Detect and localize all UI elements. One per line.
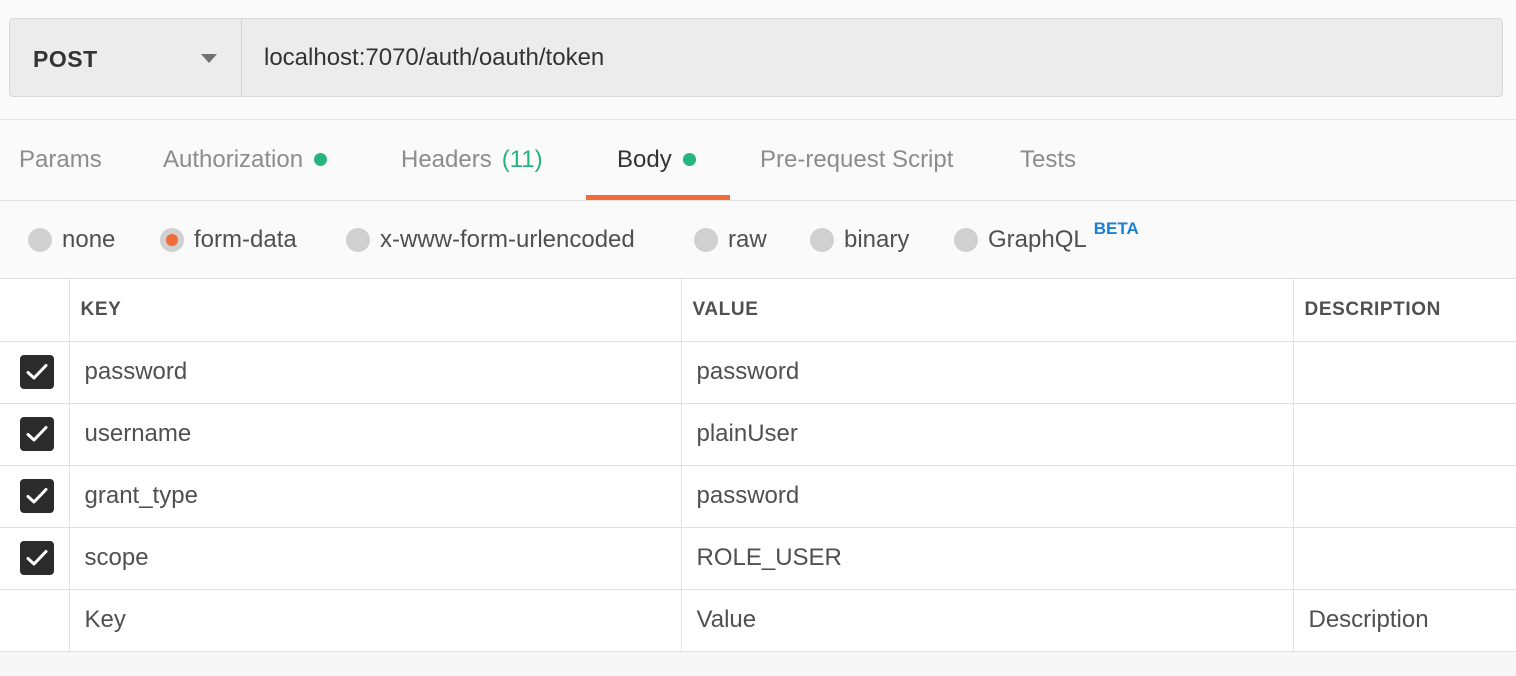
header-key: KEY [69,279,682,342]
row-check-cell [0,403,70,466]
key-cell[interactable]: username [69,403,682,466]
radio-graphql[interactable]: GraphQL BETA [954,201,1139,279]
checkbox-checked[interactable] [20,541,55,575]
tab-authorization[interactable]: Authorization [163,120,328,201]
key-cell[interactable]: password [69,341,682,404]
row-check-cell-empty [0,589,70,652]
checkmark-icon [26,426,48,442]
radio-none[interactable]: none [28,201,115,279]
checkmark-icon [26,364,48,380]
status-dot-icon [314,153,328,166]
table-row: password password [0,341,1516,404]
radio-label: raw [728,226,767,253]
table-footer-space [0,652,1516,676]
tab-label: Authorization [163,145,304,173]
request-bar: POST [9,18,1503,97]
tab-label: Pre-request Script [760,145,954,173]
request-editor: POST Params Authorization Headers (11) B… [0,0,1516,676]
radio-form-data[interactable]: form-data [160,201,297,279]
value-cell[interactable]: plainUser [681,403,1294,466]
key-placeholder-input[interactable]: Key [69,589,682,652]
table-row: scope ROLE_USER [0,527,1516,590]
request-tabs: Params Authorization Headers (11) Body P… [0,119,1516,201]
radio-binary[interactable]: binary [810,201,909,279]
radio-label: x-www-form-urlencoded [380,226,635,253]
value-cell[interactable]: ROLE_USER [681,527,1294,590]
headers-count-badge: (11) [501,145,543,173]
value-placeholder-input[interactable]: Value [681,589,1294,652]
radio-button-selected-icon[interactable] [160,228,184,252]
value-cell[interactable]: password [681,341,1294,404]
beta-badge: BETA [1093,219,1139,238]
table-row-new: Key Value Description [0,589,1516,652]
checkbox-checked[interactable] [20,355,55,389]
radio-button-icon[interactable] [28,228,52,252]
description-placeholder-input[interactable]: Description [1293,589,1516,652]
radio-button-icon[interactable] [810,228,834,252]
tab-params[interactable]: Params [19,120,102,201]
tab-label: Tests [1020,145,1077,173]
tab-label: Body [617,145,672,173]
tab-headers[interactable]: Headers (11) [401,120,543,201]
radio-label: none [62,226,116,253]
radio-raw[interactable]: raw [694,201,767,279]
tab-label: Headers [401,145,492,173]
header-value: VALUE [681,279,1294,342]
description-cell[interactable] [1293,465,1516,528]
radio-x-www-form-urlencoded[interactable]: x-www-form-urlencoded [346,201,635,279]
radio-button-icon[interactable] [346,228,370,252]
key-cell[interactable]: scope [69,527,682,590]
description-cell[interactable] [1293,403,1516,466]
status-dot-icon [682,153,696,166]
key-cell[interactable]: grant_type [69,465,682,528]
radio-label: form-data [194,226,297,253]
table-row: username plainUser [0,403,1516,466]
radio-label: binary [844,226,910,253]
form-data-table: KEY VALUE DESCRIPTION password password [0,279,1516,652]
header-description: DESCRIPTION [1293,279,1516,342]
tab-label: Params [19,145,102,173]
table-row: grant_type password [0,465,1516,528]
row-check-cell [0,341,70,404]
description-cell[interactable] [1293,527,1516,590]
radio-button-icon[interactable] [694,228,718,252]
radio-label: GraphQL [988,226,1087,253]
checkmark-icon [26,488,48,504]
description-cell[interactable] [1293,341,1516,404]
tab-tests[interactable]: Tests [1020,120,1076,201]
method-label: POST [33,45,98,72]
row-check-cell [0,527,70,590]
tab-pre-request-script[interactable]: Pre-request Script [760,120,953,201]
radio-button-icon[interactable] [954,228,978,252]
active-tab-indicator [586,195,730,200]
tab-body[interactable]: Body [617,120,696,201]
checkbox-checked[interactable] [20,479,55,513]
value-cell[interactable]: password [681,465,1294,528]
url-input[interactable] [242,19,1502,96]
method-select[interactable]: POST [10,19,242,96]
table-header-row: KEY VALUE DESCRIPTION [0,279,1516,342]
chevron-down-icon [201,54,217,63]
row-check-cell [0,465,70,528]
body-type-selector: none form-data x-www-form-urlencoded raw… [0,201,1516,279]
header-check-column [0,279,70,342]
checkmark-icon [26,550,48,566]
checkbox-checked[interactable] [20,417,55,451]
